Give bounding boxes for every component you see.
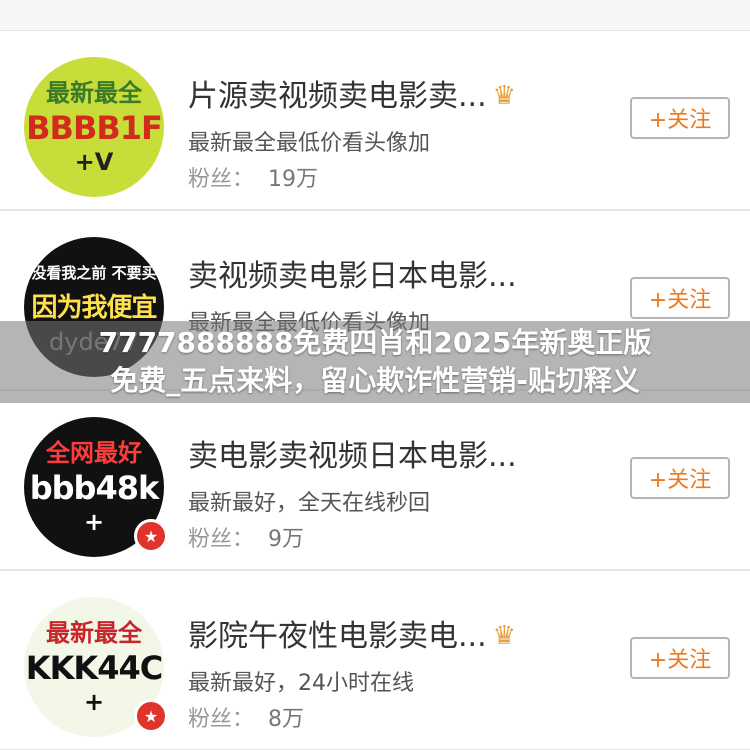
follow-button[interactable]: +关注	[630, 97, 730, 139]
account-name[interactable]: 影院午夜性电影卖电...	[188, 619, 487, 654]
account-description: 最新最好，全天在线秒回	[188, 491, 431, 516]
avatar-bottom-text: +	[83, 688, 105, 716]
crown-icon: ♛	[492, 81, 516, 111]
account-name[interactable]: 卖视频卖电影日本电影...	[188, 259, 517, 294]
follow-button[interactable]: +关注	[630, 277, 730, 319]
avatar-bottom-text: +	[83, 508, 105, 536]
verified-star-icon: ★	[134, 699, 168, 733]
fans-value: 19万	[268, 167, 319, 192]
banner-line-2: 免费_五点来料，留心欺诈性营销-贴切释义	[110, 364, 640, 397]
avatar-bottom-text: +V	[74, 148, 114, 176]
account-description: 最新最全最低价看头像加	[188, 131, 431, 156]
banner-line-1: 7777888888免费四肖和2025年新奥正版	[98, 326, 652, 359]
avatar-main-text: BBBB1F	[26, 109, 163, 147]
avatar-top-text: 最新最全	[46, 619, 142, 647]
crown-icon: ♛	[492, 621, 516, 651]
account-card[interactable]: 全网最好 bbb48k + ★ 卖电影卖视频日本电影... 最新最好，全天在线秒…	[0, 390, 750, 570]
account-name-row[interactable]: 片源卖视频卖电影卖... ♛	[188, 71, 516, 115]
fans-count: 粉丝： 9万	[188, 521, 304, 553]
avatar-main-text: KKK44C	[25, 649, 163, 687]
account-card[interactable]: 最新最全 BBBB1F +V 片源卖视频卖电影卖... ♛ 最新最全最低价看头像加…	[0, 30, 750, 210]
follow-button[interactable]: +关注	[630, 457, 730, 499]
fans-count: 粉丝： 19万	[188, 161, 318, 193]
account-name[interactable]: 片源卖视频卖电影卖...	[188, 79, 487, 114]
follow-button[interactable]: +关注	[630, 637, 730, 679]
avatar-top-text: 最新最全	[46, 79, 142, 107]
verified-star-icon: ★	[134, 519, 168, 553]
avatar-main-text: bbb48k	[29, 469, 160, 507]
fans-value: 9万	[268, 527, 305, 552]
fans-label: 粉丝：	[188, 527, 255, 552]
account-name-row[interactable]: 卖视频卖电影日本电影...	[188, 251, 517, 295]
avatar-top-text: 没看我之前 不要买	[31, 264, 157, 282]
fans-value: 8万	[268, 707, 305, 732]
fans-count: 粉丝： 8万	[188, 701, 304, 733]
top-strip	[0, 0, 750, 31]
account-card[interactable]: 最新最全 KKK44C + ★ 影院午夜性电影卖电... ♛ 最新最好，24小时在…	[0, 570, 750, 750]
account-description: 最新最好，24小时在线	[188, 671, 414, 696]
account-name[interactable]: 卖电影卖视频日本电影...	[188, 439, 517, 474]
avatar[interactable]: 最新最全 BBBB1F +V	[24, 57, 164, 197]
account-name-row[interactable]: 影院午夜性电影卖电... ♛	[188, 611, 516, 655]
account-name-row[interactable]: 卖电影卖视频日本电影...	[188, 431, 517, 475]
fans-label: 粉丝：	[188, 167, 255, 192]
fans-label: 粉丝：	[188, 707, 255, 732]
avatar-top-text: 全网最好	[46, 439, 142, 467]
overlay-banner: 7777888888免费四肖和2025年新奥正版 免费_五点来料，留心欺诈性营销…	[0, 321, 750, 403]
